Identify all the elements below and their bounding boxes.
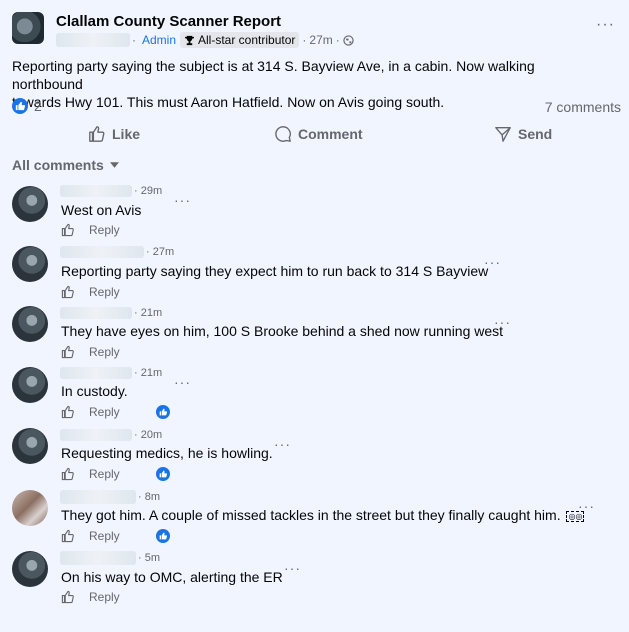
commenter-avatar[interactable] bbox=[12, 490, 48, 526]
commenter-name-redacted[interactable] bbox=[60, 185, 132, 197]
glasses-emoji-icon: ◎◎ bbox=[566, 510, 585, 522]
all-comments-filter[interactable]: All comments bbox=[12, 157, 119, 173]
comment-actions: Reply bbox=[61, 467, 170, 481]
reply-button[interactable]: Reply bbox=[89, 285, 120, 299]
comment-text: They have eyes on him, 100 S Brooke behi… bbox=[61, 323, 504, 339]
comment-actions: Reply bbox=[61, 345, 120, 359]
comment-like-reaction-icon[interactable] bbox=[155, 467, 170, 481]
commenter-avatar[interactable] bbox=[12, 246, 48, 282]
chevron-down-icon bbox=[109, 162, 119, 168]
comment-actions: Reply bbox=[61, 223, 120, 237]
commenter-name-redacted[interactable] bbox=[60, 490, 136, 504]
globe-icon bbox=[343, 34, 354, 46]
thumbs-up-icon[interactable] bbox=[61, 590, 75, 604]
reply-button[interactable]: Reply bbox=[89, 223, 120, 237]
group-avatar[interactable] bbox=[12, 12, 44, 44]
comment-meta: · 27m bbox=[60, 246, 174, 258]
comment-meta: · 21m bbox=[60, 307, 162, 319]
comment-text: Reporting party saying they expect him t… bbox=[61, 263, 489, 279]
commenter-avatar[interactable] bbox=[12, 428, 48, 464]
reply-button[interactable]: Reply bbox=[89, 345, 120, 359]
commenter-name-redacted[interactable] bbox=[60, 551, 136, 565]
reply-button[interactable]: Reply bbox=[89, 529, 120, 543]
comment-text: On his way to OMC, alerting the ER bbox=[61, 569, 283, 585]
comment-actions: Reply bbox=[61, 405, 170, 419]
commenter-name-redacted[interactable] bbox=[60, 246, 144, 258]
post-meta: · Admin All-star contributor · 27m · bbox=[56, 32, 354, 48]
group-name[interactable]: Clallam County Scanner Report bbox=[56, 13, 281, 30]
comment-more-icon[interactable]: ··· bbox=[274, 436, 291, 452]
comment-text: They got him. A couple of missed tackles… bbox=[61, 507, 585, 523]
comment-button[interactable]: Comment bbox=[274, 125, 363, 143]
reply-button[interactable]: Reply bbox=[89, 590, 120, 604]
comment-meta: · 21m bbox=[60, 367, 162, 379]
commenter-name-redacted[interactable] bbox=[60, 429, 132, 441]
admin-label: Admin bbox=[142, 33, 177, 47]
all-star-badge[interactable]: All-star contributor bbox=[180, 32, 300, 48]
like-reaction-icon bbox=[12, 98, 28, 114]
comments-count-link[interactable]: 7 comments bbox=[545, 99, 621, 115]
thumbs-up-icon bbox=[89, 126, 105, 142]
thumbs-up-icon[interactable] bbox=[61, 223, 75, 237]
post-body: Reporting party saying the subject is at… bbox=[12, 58, 535, 110]
comment-text: West on Avis bbox=[61, 202, 142, 218]
reply-button[interactable]: Reply bbox=[89, 467, 120, 481]
comment-like-reaction-icon[interactable] bbox=[155, 529, 170, 543]
comment-icon bbox=[275, 126, 291, 142]
reply-button[interactable]: Reply bbox=[89, 405, 120, 419]
more-icon: ··· bbox=[596, 16, 615, 33]
comment-meta: · 5m bbox=[60, 551, 160, 565]
commenter-avatar[interactable] bbox=[12, 551, 48, 587]
comment-text: In custody. bbox=[61, 383, 128, 399]
like-button[interactable]: Like bbox=[88, 125, 140, 143]
comment-meta: · 8m bbox=[60, 490, 160, 504]
thumbs-up-icon[interactable] bbox=[61, 345, 75, 359]
thumbs-up-icon[interactable] bbox=[61, 467, 75, 481]
comment-like-reaction-icon[interactable] bbox=[155, 405, 170, 419]
comment-more-icon[interactable]: ··· bbox=[174, 374, 191, 390]
comment-meta: · 29m bbox=[60, 185, 162, 197]
comment-actions: Reply bbox=[61, 285, 120, 299]
reaction-count: 2 bbox=[34, 98, 42, 114]
trophy-icon bbox=[184, 35, 195, 45]
commenter-name-redacted[interactable] bbox=[60, 367, 132, 379]
comment-actions: Reply bbox=[61, 529, 170, 543]
thumbs-up-icon[interactable] bbox=[61, 529, 75, 543]
commenter-avatar[interactable] bbox=[12, 306, 48, 342]
thumbs-up-icon[interactable] bbox=[61, 405, 75, 419]
post-more-button[interactable]: ··· bbox=[596, 16, 615, 34]
comment-meta: · 20m bbox=[60, 429, 162, 441]
commenter-avatar[interactable] bbox=[12, 367, 48, 403]
commenter-name-redacted[interactable] bbox=[60, 307, 132, 319]
comment-more-icon[interactable]: ··· bbox=[174, 192, 191, 208]
comment-text: Requesting medics, he is howling. bbox=[61, 445, 273, 461]
comment-actions: Reply bbox=[61, 590, 120, 604]
send-button[interactable]: Send bbox=[494, 125, 552, 143]
post-time[interactable]: 27m bbox=[309, 33, 332, 47]
reaction-summary[interactable]: 2 bbox=[12, 98, 42, 114]
commenter-avatar[interactable] bbox=[12, 186, 48, 222]
author-name-redacted[interactable] bbox=[56, 33, 130, 47]
thumbs-up-icon[interactable] bbox=[61, 285, 75, 299]
send-icon bbox=[495, 127, 511, 142]
comment-more-icon[interactable]: ··· bbox=[284, 560, 301, 576]
